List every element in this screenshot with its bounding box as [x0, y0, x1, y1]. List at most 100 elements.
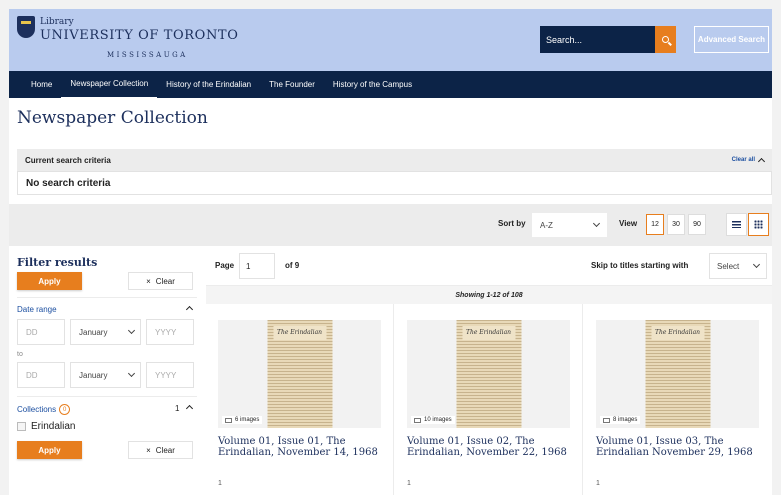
page-number-input[interactable]: 1 — [239, 253, 275, 279]
logo-library-text: Library — [40, 17, 74, 27]
advanced-search-button[interactable]: Advanced Search — [694, 26, 769, 53]
nav-history-campus[interactable]: History of the Campus — [324, 71, 421, 98]
image-count-badge: 8 images — [600, 416, 641, 424]
clear-label: Clear — [155, 276, 175, 286]
chevron-up-icon[interactable] — [185, 305, 194, 314]
list-icon — [732, 221, 741, 228]
image-count: 10 images — [424, 417, 452, 423]
masthead-text: The Erindalian — [462, 326, 515, 340]
chevron-up-icon[interactable] — [185, 404, 194, 413]
collections-count: 1 — [175, 404, 180, 413]
clear-filters-button[interactable]: × Clear — [128, 272, 193, 290]
view-12-button[interactable]: 12 — [646, 214, 664, 235]
search-criteria-header: Current search criteria Clear all — [17, 149, 772, 171]
search-box — [540, 26, 676, 53]
sort-value: A-Z — [540, 220, 553, 230]
masthead-text: The Erindalian — [651, 326, 704, 340]
page-label: Page — [215, 261, 235, 270]
card-page-number: 1 — [596, 480, 600, 487]
start-year-input[interactable]: YYYY — [146, 319, 194, 345]
sort-select[interactable]: A-Z — [532, 213, 607, 237]
date-range-label: Date range — [17, 305, 57, 314]
start-month-value: January — [79, 327, 108, 337]
close-icon: × — [146, 276, 151, 286]
showing-count: Showing 1-12 of 108 — [206, 286, 772, 304]
card-page-number: 1 — [218, 480, 222, 487]
to-label: to — [17, 351, 23, 358]
erindalian-checkbox[interactable] — [17, 422, 26, 431]
university-logo[interactable]: Library UNIVERSITY OF TORONTO MISSISSAUG… — [17, 14, 238, 66]
grid-icon — [754, 220, 763, 229]
end-day-input[interactable]: DD — [17, 362, 65, 388]
result-card[interactable]: The Erindalian 8 images Volume 01, Issue… — [584, 304, 772, 495]
masthead-text: The Erindalian — [273, 326, 326, 340]
image-count: 8 images — [613, 417, 638, 423]
result-card[interactable]: The Erindalian 10 images Volume 01, Issu… — [395, 304, 583, 495]
sort-label: Sort by — [498, 219, 526, 228]
logo-campus-text: MISSISSAUGA — [107, 51, 188, 59]
main-nav: Home Newspaper Collection History of the… — [9, 70, 772, 99]
card-page-number: 1 — [407, 480, 411, 487]
view-label: View — [619, 219, 638, 228]
search-input[interactable] — [540, 26, 655, 53]
end-year-input[interactable]: YYYY — [146, 362, 194, 388]
collections-badge: 0 — [59, 404, 71, 415]
image-count-badge: 10 images — [411, 416, 455, 424]
logo-university-text: UNIVERSITY OF TORONTO — [40, 28, 239, 43]
clear-all-link[interactable]: Clear all — [731, 156, 766, 166]
nav-history-erindalian[interactable]: History of the Erindalian — [157, 71, 260, 98]
clear-filters-button-bottom[interactable]: × Clear — [128, 441, 193, 459]
results-toolbar: Sort by A-Z View 12 30 90 — [9, 204, 772, 246]
image-icon — [225, 417, 232, 423]
result-card[interactable]: The Erindalian 6 images Volume 01, Issue… — [206, 304, 394, 495]
newspaper-thumbnail[interactable]: The Erindalian 8 images — [596, 320, 759, 428]
skip-to-label: Skip to titles starting with — [591, 261, 689, 270]
filter-results-heading: Filter results — [17, 256, 98, 269]
image-icon — [414, 417, 421, 423]
skip-to-value: Select — [717, 261, 740, 271]
pagination-bar: Page 1 of 9 Skip to titles starting with… — [206, 246, 772, 286]
nav-newspaper-collection[interactable]: Newspaper Collection — [61, 70, 158, 99]
list-view-button[interactable] — [726, 213, 747, 236]
main-content: Newspaper Collection Current search crit… — [9, 98, 772, 495]
start-month-select[interactable]: January — [70, 319, 141, 345]
nav-founder[interactable]: The Founder — [260, 71, 324, 98]
search-button[interactable] — [655, 26, 676, 53]
search-icon — [662, 36, 669, 43]
divider — [17, 297, 197, 298]
crest-icon — [17, 16, 35, 38]
clear-label: Clear — [155, 445, 175, 455]
erindalian-label: Erindalian — [31, 421, 76, 432]
search-criteria-body: No search criteria — [17, 171, 772, 195]
image-count: 6 images — [235, 417, 260, 423]
card-title-link[interactable]: Volume 01, Issue 02, The Erindalian, Nov… — [407, 436, 567, 458]
newspaper-thumbnail[interactable]: The Erindalian 10 images — [407, 320, 570, 428]
start-day-input[interactable]: DD — [17, 319, 65, 345]
site-header: Library UNIVERSITY OF TORONTO MISSISSAUG… — [9, 9, 772, 71]
card-title-link[interactable]: Volume 01, Issue 01, The Erindalian, Nov… — [218, 436, 378, 458]
divider — [17, 396, 197, 397]
view-90-button[interactable]: 90 — [688, 214, 706, 235]
image-count-badge: 6 images — [222, 416, 263, 424]
chevron-up-icon[interactable] — [757, 157, 766, 166]
end-month-select[interactable]: January — [70, 362, 141, 388]
grid-view-button[interactable] — [748, 213, 769, 236]
filter-sidebar: Filter results Apply × Clear Date range … — [9, 246, 205, 495]
newspaper-page-image: The Erindalian — [456, 320, 521, 428]
view-30-button[interactable]: 30 — [667, 214, 685, 235]
apply-filters-button[interactable]: Apply — [17, 272, 82, 290]
card-title-link[interactable]: Volume 01, Issue 03, The Erindalian Nove… — [596, 436, 756, 458]
skip-to-select[interactable]: Select — [709, 253, 767, 279]
clear-all-label: Clear all — [731, 157, 755, 163]
chevron-down-icon — [752, 260, 761, 269]
nav-home[interactable]: Home — [9, 71, 61, 98]
chevron-down-icon — [127, 326, 136, 335]
close-icon: × — [146, 445, 151, 455]
page-total: of 9 — [285, 261, 300, 270]
newspaper-page-image: The Erindalian — [645, 320, 710, 428]
apply-filters-button-bottom[interactable]: Apply — [17, 441, 82, 459]
page-title: Newspaper Collection — [17, 108, 208, 128]
results-panel: Page 1 of 9 Skip to titles starting with… — [206, 246, 772, 495]
search-criteria-heading: Current search criteria — [25, 155, 111, 165]
newspaper-thumbnail[interactable]: The Erindalian 6 images — [218, 320, 381, 428]
